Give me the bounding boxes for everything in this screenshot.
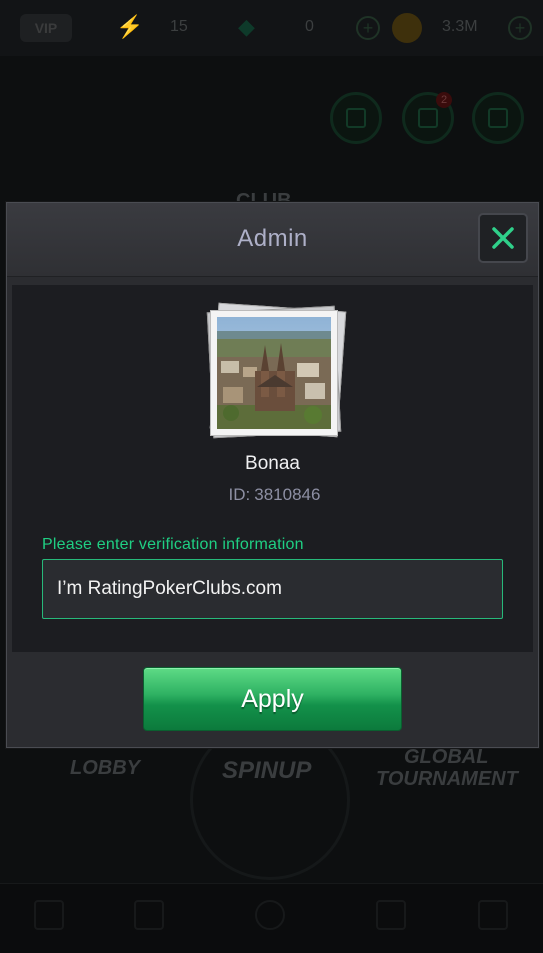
- add-coins-button[interactable]: +: [508, 16, 532, 40]
- verification-prompt: Please enter verification information: [42, 536, 304, 553]
- gift-icon[interactable]: [134, 900, 164, 930]
- spinup-label[interactable]: SPINUP: [222, 757, 311, 785]
- spade-icon[interactable]: [255, 900, 285, 930]
- profile-icon[interactable]: [478, 900, 508, 930]
- tournament-label[interactable]: TOURNAMENT: [376, 768, 518, 791]
- energy-count: 15: [170, 18, 188, 35]
- shop-icon[interactable]: [34, 900, 64, 930]
- apply-button[interactable]: Apply: [143, 667, 402, 731]
- user-id-value: 3810846: [254, 485, 321, 504]
- calendar-button[interactable]: [330, 92, 382, 144]
- avatar: [210, 310, 338, 436]
- calendar-icon: [346, 108, 366, 128]
- notification-badge: 2: [436, 92, 452, 108]
- energy-icon: ⚡: [116, 14, 144, 39]
- top-bar: VIP ⚡ 15 ◆ 0 + 3.3M +: [0, 0, 543, 56]
- lobby-label[interactable]: LOBBY: [70, 757, 140, 780]
- bookmark-icon: [418, 108, 438, 128]
- coin-icon: [392, 13, 422, 43]
- close-icon: [492, 227, 514, 249]
- user-name: Bonaa: [245, 453, 300, 474]
- mail-icon: [488, 108, 508, 128]
- coin-count: 3.3M: [442, 18, 478, 35]
- dialog-title: Admin: [237, 225, 308, 252]
- gem-icon: ◆: [238, 14, 255, 39]
- user-id: ID: 3810846: [7, 485, 538, 505]
- global-label[interactable]: GLOBAL: [404, 746, 488, 769]
- admin-dialog: Admin Bonaa ID: 3810846 Please enter ver…: [6, 202, 539, 748]
- verification-input[interactable]: [42, 559, 503, 619]
- gem-count: 0: [305, 18, 314, 35]
- vip-badge[interactable]: VIP: [20, 14, 72, 42]
- close-button[interactable]: [478, 213, 528, 263]
- user-id-label: ID:: [228, 485, 251, 504]
- add-gems-button[interactable]: +: [356, 16, 380, 40]
- mail-button[interactable]: [472, 92, 524, 144]
- avatar-cityscape-image: [217, 317, 331, 429]
- stats-icon[interactable]: [376, 900, 406, 930]
- dialog-header: Admin: [7, 203, 538, 277]
